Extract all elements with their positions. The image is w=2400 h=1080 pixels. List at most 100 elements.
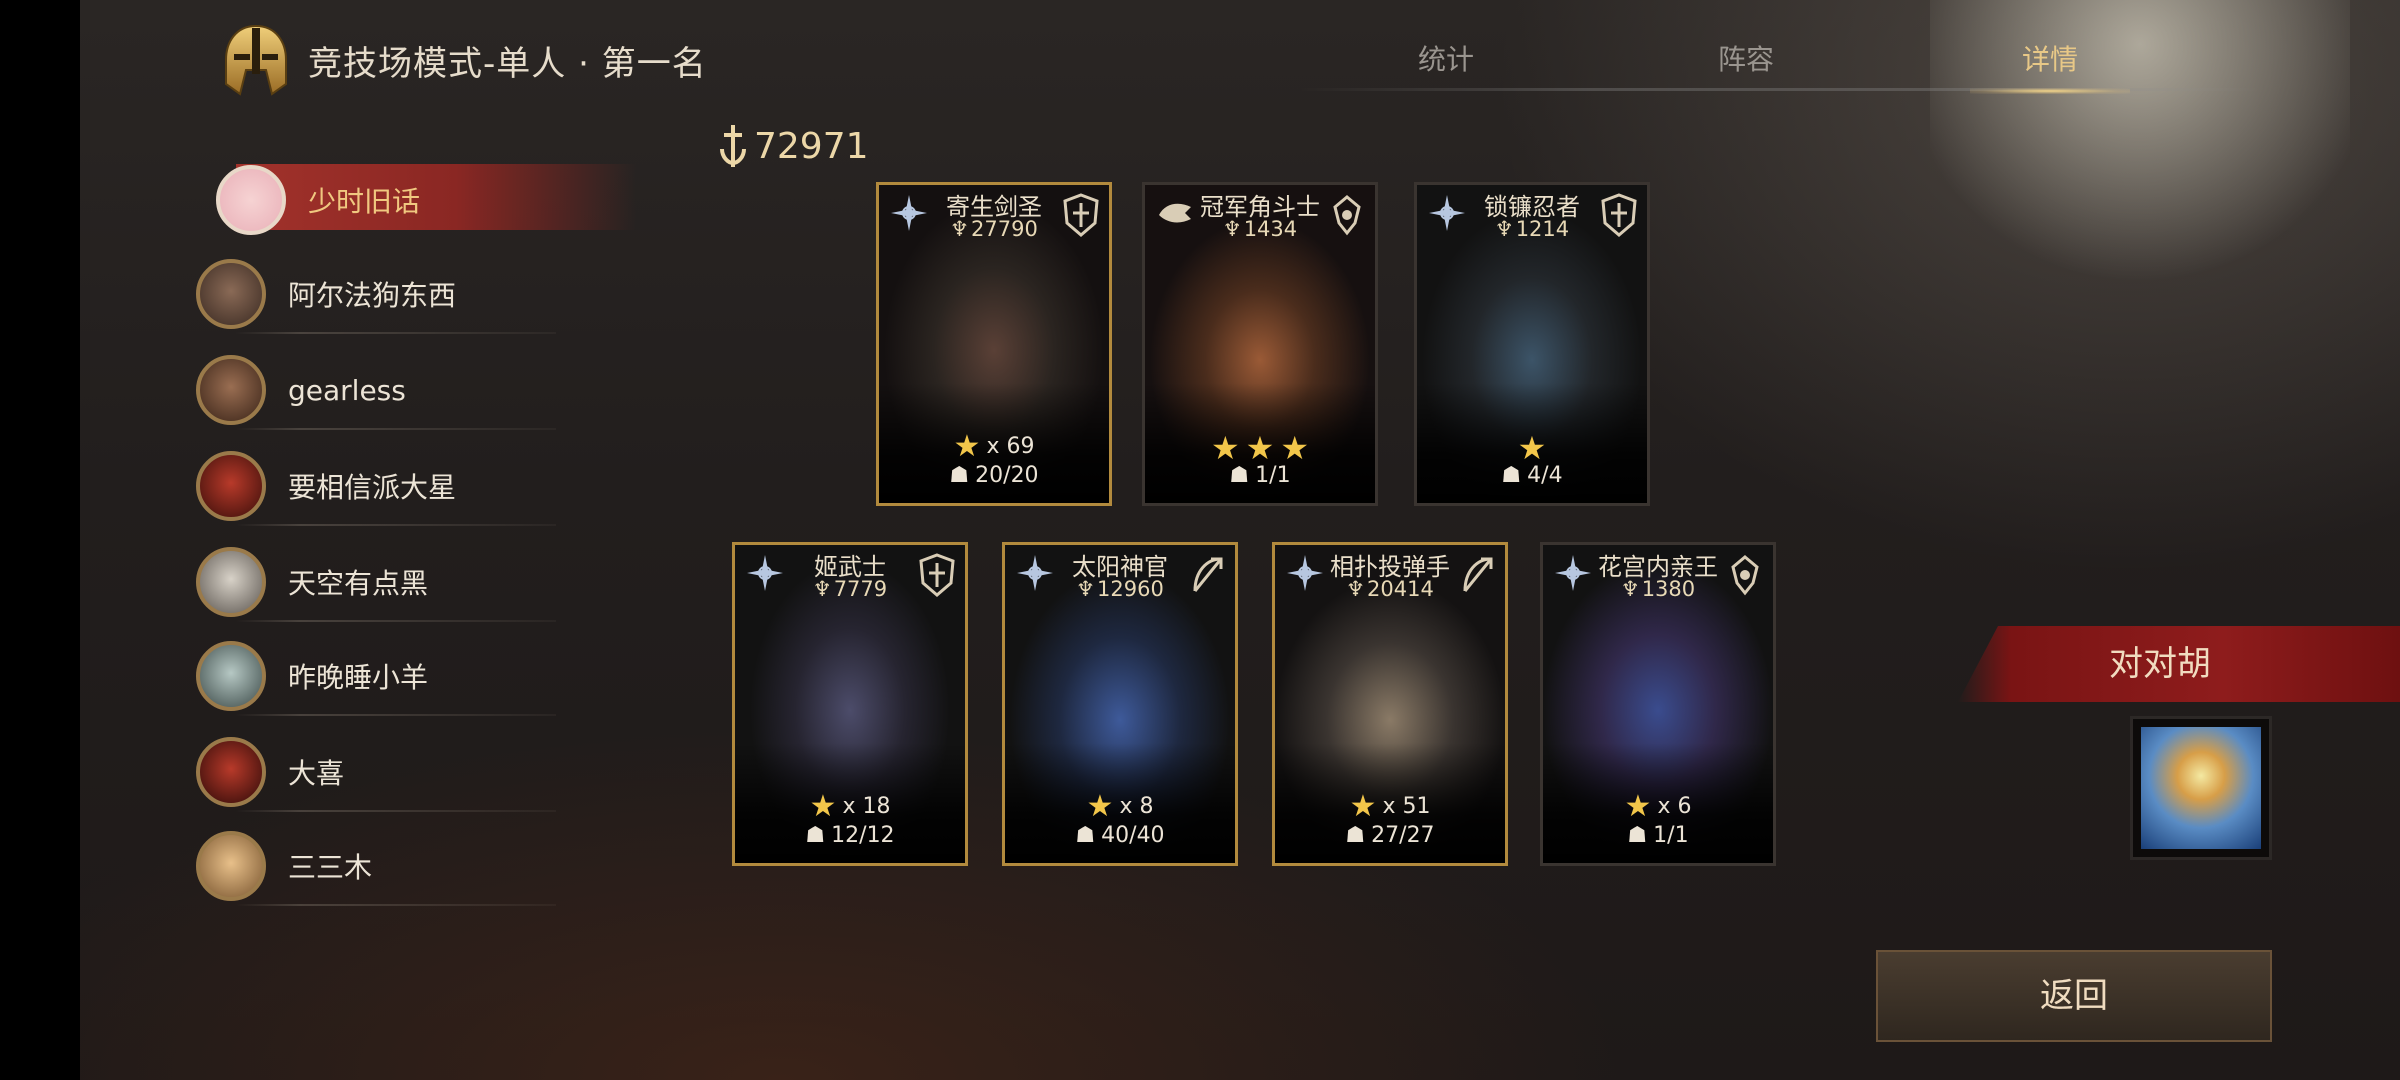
power-icon: ♆	[1222, 217, 1242, 241]
power-icon: ♆	[950, 217, 969, 241]
player-item[interactable]: 阿尔法狗东西	[196, 254, 556, 334]
hero-power-value: 1434	[1243, 217, 1298, 241]
power-icon: ♆	[1494, 217, 1514, 241]
hero-card[interactable]: 太阳神官 ♆ 12960 ★ x 8 ☗ 40/40	[1002, 542, 1238, 866]
star-count: x 6	[1657, 794, 1692, 819]
level-value: 12/12	[831, 823, 895, 848]
player-item-selected[interactable]: 少时旧话	[216, 160, 636, 240]
player-item[interactable]: gearless	[196, 350, 556, 430]
divider	[236, 428, 556, 430]
tab-details[interactable]: 详情	[1960, 30, 2140, 94]
tab-bar: 统计 阵容 详情	[1300, 30, 2260, 94]
player-item[interactable]: 三三木	[196, 826, 556, 906]
star-icon: ★	[1280, 429, 1310, 467]
hero-card[interactable]: 冠军角斗士 ♆ 1434 ★ ★ ★ ☗ 1/1	[1142, 182, 1378, 506]
level-icon: ☗	[1627, 823, 1648, 848]
level-value: 27/27	[1371, 823, 1435, 848]
hero-card[interactable]: 寄生剑圣 ♆ 27790 ★ x 69 ☗ 20/20	[876, 182, 1112, 506]
hero-power-value: 20414	[1367, 577, 1434, 601]
power-icon: ♆	[1620, 577, 1640, 601]
avatar	[196, 451, 266, 521]
player-item[interactable]: 昨晚睡小羊	[196, 636, 556, 716]
avatar	[196, 641, 266, 711]
star-row: ★ x 69	[879, 429, 1109, 464]
back-button[interactable]: 返回	[1876, 950, 2272, 1042]
tab-lineup[interactable]: 阵容	[1656, 30, 1836, 90]
level-row: ☗ 4/4	[1417, 463, 1647, 488]
player-name: 阿尔法狗东西	[288, 279, 457, 312]
hero-power: ♆ 12960	[1005, 577, 1235, 601]
divider	[236, 904, 556, 906]
divider	[236, 714, 556, 716]
divider	[236, 810, 556, 812]
star-row: ★ x 6	[1543, 789, 1773, 824]
hero-card[interactable]: 锁镰忍者 ♆ 1214 ★ ☗ 4/4	[1414, 182, 1650, 506]
level-value: 20/20	[975, 463, 1039, 488]
star-row: ★ x 51	[1275, 789, 1505, 824]
power-icon: ♆	[1346, 577, 1365, 601]
hero-power: ♆ 27790	[879, 217, 1109, 241]
hero-power-value: 1214	[1515, 217, 1570, 241]
level-value: 1/1	[1653, 823, 1689, 848]
player-name: 少时旧话	[308, 185, 421, 218]
divider	[236, 524, 556, 526]
hero-card[interactable]: 姬武士 ♆ 7779 ★ x 18 ☗ 12/12	[732, 542, 968, 866]
hero-power: ♆ 1214	[1417, 217, 1647, 241]
power-icon: ♆	[812, 577, 832, 601]
level-row: ☗ 27/27	[1275, 823, 1505, 848]
hero-power-value: 12960	[1097, 577, 1164, 601]
star-icon: ★	[953, 429, 981, 464]
hero-power: ♆ 1434	[1145, 217, 1375, 241]
star-icon: ★	[1349, 789, 1377, 824]
player-name: 大喜	[288, 757, 345, 790]
page-title: 竞技场模式-单人 · 第一名	[308, 43, 707, 84]
opponent-name: 对对胡	[2109, 644, 2211, 684]
star-count: x 69	[986, 434, 1035, 459]
total-power-value: 72971	[754, 125, 869, 167]
level-row: ☗ 1/1	[1145, 463, 1375, 488]
selected-highlight	[236, 164, 636, 230]
star-row: ★ x 18	[735, 789, 965, 824]
player-name: 天空有点黑	[288, 567, 429, 600]
player-name: 要相信派大星	[288, 471, 457, 504]
level-row: ☗ 20/20	[879, 463, 1109, 488]
level-icon: ☗	[1075, 823, 1096, 848]
player-item[interactable]: 天空有点黑	[196, 542, 556, 622]
player-name: gearless	[288, 373, 406, 407]
hero-card[interactable]: 花宫内亲王 ♆ 1380 ★ x 6 ☗ 1/1	[1540, 542, 1776, 866]
hero-card[interactable]: 相扑投弹手 ♆ 20414 ★ x 51 ☗ 27/27	[1272, 542, 1508, 866]
hero-power-value: 7779	[833, 577, 888, 601]
opponent-portrait	[2141, 727, 2261, 849]
player-item[interactable]: 要相信派大星	[196, 446, 556, 526]
avatar	[196, 355, 266, 425]
level-icon: ☗	[805, 823, 826, 848]
player-name: 三三木	[288, 851, 373, 884]
star-icon: ★	[1245, 429, 1275, 467]
star-icon: ★	[809, 789, 837, 824]
avatar	[196, 831, 266, 901]
level-icon: ☗	[1229, 463, 1250, 488]
star-row: ★	[1417, 429, 1647, 467]
level-value: 4/4	[1527, 463, 1563, 488]
level-icon: ☗	[949, 463, 970, 488]
level-icon: ☗	[1501, 463, 1522, 488]
level-icon: ☗	[1345, 823, 1366, 848]
star-count: x 18	[842, 794, 891, 819]
opponent-card[interactable]	[2130, 716, 2272, 860]
hero-power: ♆ 1380	[1543, 577, 1773, 601]
avatar	[196, 547, 266, 617]
star-icon: ★	[1517, 429, 1547, 467]
level-row: ☗ 1/1	[1543, 823, 1773, 848]
avatar	[196, 737, 266, 807]
player-item[interactable]: 大喜	[196, 732, 556, 812]
header: 竞技场模式-单人 · 第一名	[216, 20, 707, 100]
level-row: ☗ 12/12	[735, 823, 965, 848]
tab-statistics[interactable]: 统计	[1356, 30, 1536, 90]
level-value: 40/40	[1101, 823, 1165, 848]
total-power: 72971	[716, 118, 869, 174]
power-icon: ♆	[1076, 577, 1095, 601]
avatar	[196, 259, 266, 329]
star-icon: ★	[1210, 429, 1240, 467]
divider	[236, 620, 556, 622]
star-icon: ★	[1086, 789, 1114, 824]
